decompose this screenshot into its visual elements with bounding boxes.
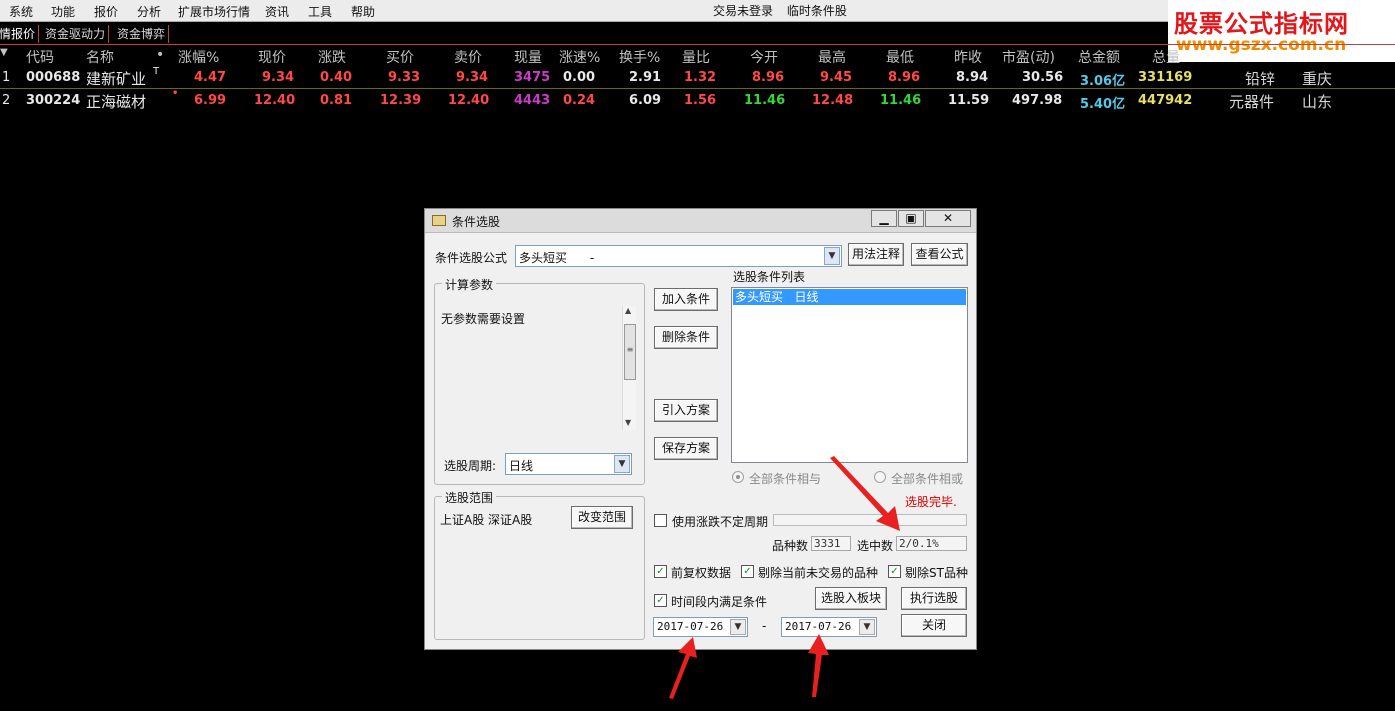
annotation-arrows: [669, 456, 900, 699]
arrow-to-selected-count: [830, 456, 900, 531]
arrow-to-date-from: [669, 637, 697, 699]
arrow-to-date-to: [808, 634, 829, 697]
